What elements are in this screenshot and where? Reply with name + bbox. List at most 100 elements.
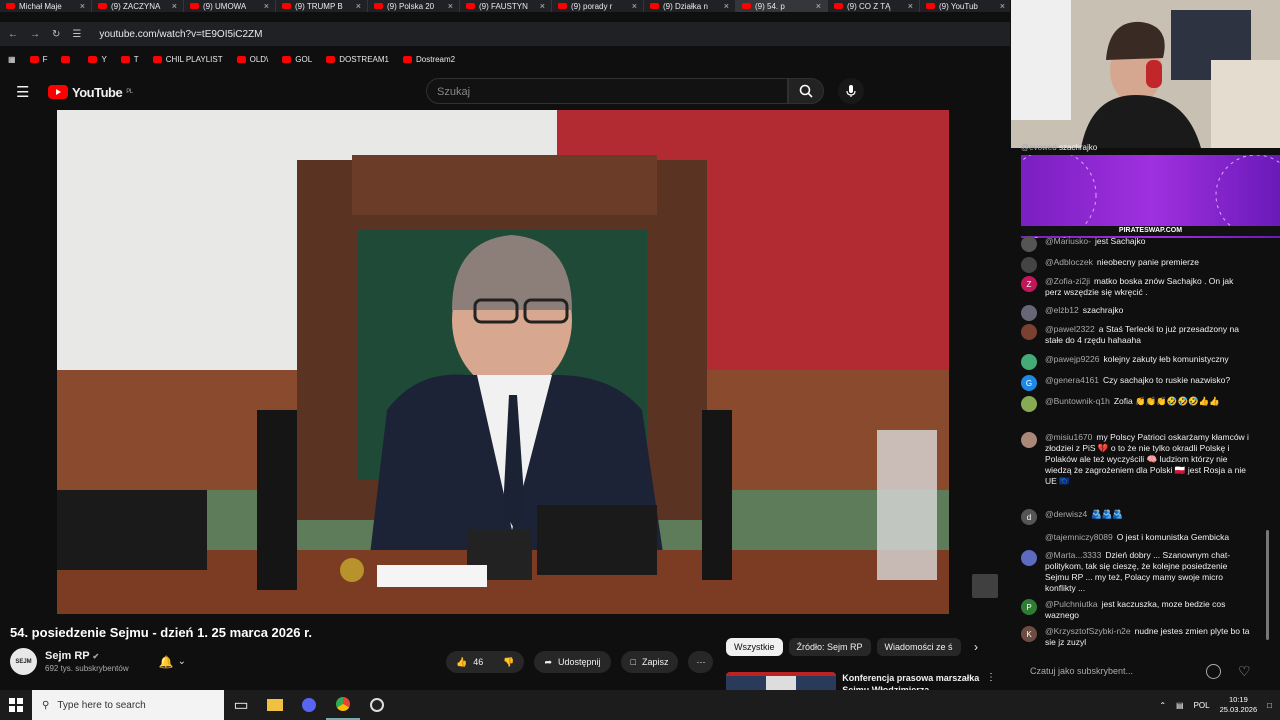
chat-avatar[interactable]	[1021, 396, 1037, 412]
bookmark-item[interactable]: OLD\	[236, 55, 268, 64]
chrome-icon[interactable]	[326, 690, 360, 720]
browser-tab[interactable]: (9) CO Z TĄ ×	[828, 0, 920, 12]
close-icon[interactable]: ×	[816, 1, 821, 11]
chat-avatar[interactable]	[1021, 236, 1037, 252]
browser-tab[interactable]: (9) FAUSTYN ×	[460, 0, 552, 12]
chat-username[interactable]: @misiu1670	[1045, 432, 1092, 442]
language-indicator[interactable]: POL	[1194, 701, 1210, 710]
chat-username[interactable]: @Marta...3333	[1045, 550, 1101, 560]
wifi-icon[interactable]: ▤	[1176, 701, 1184, 710]
search-input[interactable]: Szukaj	[426, 78, 788, 104]
share-button[interactable]: ➦ Udostępnij	[534, 651, 611, 673]
site-info-icon[interactable]: ☰	[72, 29, 81, 40]
video-player[interactable]	[57, 110, 949, 614]
notification-icon[interactable]: □	[1267, 701, 1272, 710]
youtube-logo[interactable]: YouTube PL	[48, 85, 133, 100]
save-button[interactable]: □ Zapisz	[620, 651, 679, 673]
bookmark-item[interactable]	[61, 55, 74, 63]
chat-avatar[interactable]	[1021, 432, 1037, 448]
apps-icon[interactable]: ▦	[8, 55, 16, 64]
chat-avatar[interactable]	[1021, 324, 1037, 340]
chat-username[interactable]: @Mariusko-	[1045, 236, 1091, 246]
browser-tab[interactable]: Michał Maje ×	[0, 0, 92, 12]
bookmark-item[interactable]: DOSTREAM1	[326, 55, 389, 64]
bookmark-item[interactable]: GOL	[282, 55, 312, 64]
close-icon[interactable]: ×	[448, 1, 453, 11]
close-icon[interactable]: ×	[264, 1, 269, 11]
bookmark-item[interactable]: F	[29, 55, 47, 64]
chat-avatar[interactable]	[1021, 257, 1037, 273]
chat-username[interactable]: @KrzysztofSzybki-n2e	[1045, 626, 1131, 636]
browser-tab[interactable]: (9) porady r ×	[552, 0, 644, 12]
forward-icon[interactable]: →	[30, 29, 40, 40]
chat-username[interactable]: @Pulchniutka	[1045, 599, 1098, 609]
chat-username[interactable]: @tajemniczy8089	[1045, 532, 1113, 542]
menu-icon[interactable]: ☰	[16, 83, 29, 101]
chat-input[interactable]: Czatuj jako subskrybent...	[1021, 660, 1211, 682]
sponsor-banner[interactable]: PIRATESWAP.COM	[1021, 155, 1280, 238]
chat-username[interactable]: @pawejp9226	[1045, 354, 1099, 364]
more-actions-button[interactable]: ⋯	[688, 651, 714, 673]
chat-avatar[interactable]: Z	[1021, 276, 1037, 292]
chat-avatar[interactable]: G	[1021, 375, 1037, 391]
chips-next-icon[interactable]: ›	[974, 640, 978, 654]
search-button[interactable]	[788, 78, 824, 104]
notification-bell-button[interactable]: 🔔 ⌄	[159, 655, 186, 669]
thumbs-down-icon[interactable]: 👎	[503, 657, 514, 668]
chat-avatar[interactable]	[1021, 354, 1037, 370]
taskbar-search[interactable]: ⚲ Type here to search	[32, 690, 224, 720]
close-icon[interactable]: ×	[908, 1, 913, 11]
file-explorer-icon[interactable]	[258, 690, 292, 720]
channel-name[interactable]: Sejm RP ✔	[45, 650, 129, 662]
voice-search-button[interactable]	[838, 78, 864, 104]
obs-icon[interactable]	[360, 690, 394, 720]
bookmark-item[interactable]: T	[120, 55, 139, 64]
browser-tab[interactable]: (9) Działka n ×	[644, 0, 736, 12]
close-icon[interactable]: ×	[1000, 1, 1005, 11]
chat-username[interactable]: @Adbloczek	[1045, 257, 1093, 267]
close-icon[interactable]: ×	[356, 1, 361, 11]
bookmark-item[interactable]: CHIL PLAYLIST	[152, 55, 223, 64]
back-icon[interactable]: ←	[8, 29, 18, 40]
browser-tab[interactable]: (9) YouTub ×	[920, 0, 1010, 12]
chat-username[interactable]: @derwisz4	[1045, 509, 1087, 519]
chevron-up-icon[interactable]: ⌃	[1159, 701, 1166, 710]
filter-chip[interactable]: Wiadomości ze ś	[876, 638, 961, 656]
close-icon[interactable]: ×	[724, 1, 729, 11]
channel-avatar[interactable]: SEJM	[10, 648, 37, 675]
chat-scrollbar[interactable]	[1266, 530, 1269, 640]
emoji-icon[interactable]	[1206, 664, 1221, 679]
browser-tab[interactable]: (9) TRUMP B ×	[276, 0, 368, 12]
browser-tab[interactable]: (9) Polska 20 ×	[368, 0, 460, 12]
browser-tab[interactable]: (9) ZACZYNA ×	[92, 0, 184, 12]
chat-username[interactable]: @Zofia-zi2ji	[1045, 276, 1090, 286]
clock[interactable]: 10:19 25.03.2026	[1220, 695, 1258, 715]
task-view-icon[interactable]: ▭	[224, 690, 258, 720]
chat-avatar[interactable]	[1021, 305, 1037, 321]
filter-chip[interactable]: Wszystkie	[726, 638, 783, 656]
miniplayer-icon[interactable]	[972, 574, 998, 598]
bookmark-item[interactable]: Dostream2	[402, 55, 455, 64]
reload-icon[interactable]: ↻	[52, 29, 60, 40]
heart-icon[interactable]: ♡	[1238, 663, 1251, 680]
start-button[interactable]	[0, 690, 32, 720]
chat-avatar[interactable]	[1021, 532, 1037, 548]
chat-username[interactable]: @elżb12	[1045, 305, 1079, 315]
browser-tab[interactable]: (9) UMOWA ×	[184, 0, 276, 12]
browser-tab[interactable]: (9) 54. p ×	[736, 0, 828, 12]
close-icon[interactable]: ×	[540, 1, 545, 11]
like-button[interactable]: 👍 46 👎	[446, 651, 525, 673]
filter-chip[interactable]: Źródło: Sejm RP	[788, 638, 871, 656]
chat-username[interactable]: @genera4161	[1045, 375, 1099, 385]
chat-avatar[interactable]: d	[1021, 509, 1037, 525]
chat-avatar[interactable]	[1021, 550, 1037, 566]
discord-icon[interactable]	[292, 690, 326, 720]
close-icon[interactable]: ×	[632, 1, 637, 11]
chat-username[interactable]: @pawel2322	[1045, 324, 1095, 334]
chat-avatar[interactable]: K	[1021, 626, 1037, 642]
close-icon[interactable]: ×	[172, 1, 177, 11]
bookmark-item[interactable]: Y	[88, 55, 107, 64]
address-bar[interactable]: youtube.com/watch?v=tE9OI5iC2ZM	[99, 29, 262, 40]
chat-avatar[interactable]: P	[1021, 599, 1037, 615]
chat-username[interactable]: @Buntownik-q1h	[1045, 396, 1110, 406]
